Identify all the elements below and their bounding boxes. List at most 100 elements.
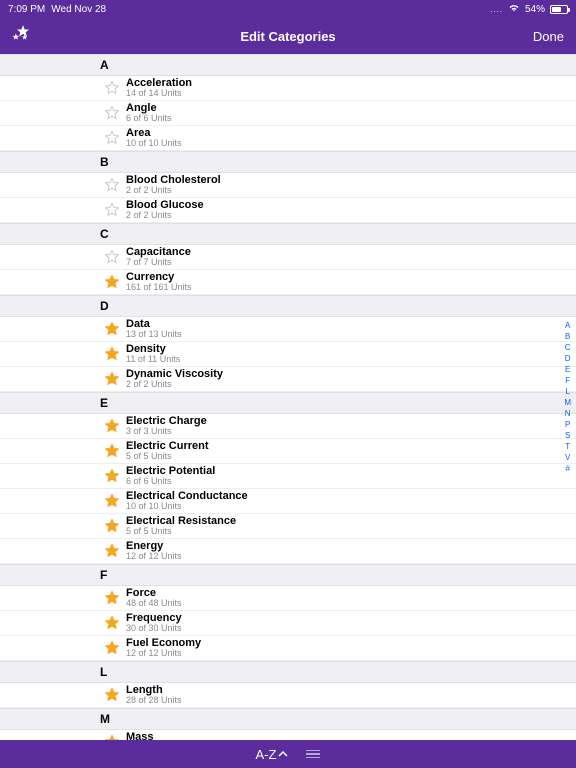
favorite-star-icon[interactable]: [104, 590, 120, 606]
category-units: 2 of 2 Units: [126, 186, 221, 195]
category-row[interactable]: Area10 of 10 Units: [0, 126, 576, 151]
favorite-star-icon[interactable]: [104, 177, 120, 193]
category-row[interactable]: Currency161 of 161 Units: [0, 270, 576, 295]
section-header: F: [0, 564, 576, 586]
category-units: 10 of 10 Units: [126, 139, 182, 148]
section-header: E: [0, 392, 576, 414]
page-title: Edit Categories: [0, 29, 576, 44]
sort-az-button[interactable]: A-Z: [256, 747, 289, 762]
category-row[interactable]: Electric Current5 of 5 Units: [0, 439, 576, 464]
bottom-toolbar: A-Z: [0, 740, 576, 768]
favorite-star-icon[interactable]: [104, 468, 120, 484]
section-header: M: [0, 708, 576, 730]
index-letter[interactable]: T: [561, 442, 574, 451]
category-row[interactable]: Electric Charge3 of 3 Units: [0, 414, 576, 439]
index-letter[interactable]: F: [561, 376, 574, 385]
category-row[interactable]: Force48 of 48 Units: [0, 586, 576, 611]
category-units: 6 of 6 Units: [126, 477, 215, 486]
category-units: 14 of 14 Units: [126, 89, 192, 98]
favorite-star-icon[interactable]: [104, 202, 120, 218]
favorite-star-icon[interactable]: [104, 249, 120, 265]
category-units: 3 of 3 Units: [126, 427, 207, 436]
index-letter[interactable]: C: [561, 343, 574, 352]
category-row[interactable]: Blood Cholesterol2 of 2 Units: [0, 173, 576, 198]
category-units: 12 of 12 Units: [126, 649, 201, 658]
battery-icon: [550, 5, 568, 14]
section-header: B: [0, 151, 576, 173]
category-list: AAcceleration14 of 14 UnitsAngle6 of 6 U…: [0, 54, 576, 740]
favorite-star-icon[interactable]: [104, 687, 120, 703]
category-units: 7 of 7 Units: [126, 258, 191, 267]
favorite-star-icon[interactable]: [104, 80, 120, 96]
category-row[interactable]: Data13 of 13 Units: [0, 317, 576, 342]
category-units: 28 of 28 Units: [126, 696, 182, 705]
category-row[interactable]: Dynamic Viscosity2 of 2 Units: [0, 367, 576, 392]
category-row[interactable]: Frequency30 of 30 Units: [0, 611, 576, 636]
favorite-star-icon[interactable]: [104, 640, 120, 656]
battery-pct: 54%: [525, 4, 545, 15]
category-row[interactable]: Energy12 of 12 Units: [0, 539, 576, 564]
sort-custom-button[interactable]: [306, 750, 320, 759]
index-letter[interactable]: M: [561, 398, 574, 407]
chevron-up-icon: [278, 749, 288, 759]
category-units: 5 of 5 Units: [126, 527, 236, 536]
index-letter[interactable]: P: [561, 420, 574, 429]
category-units: 10 of 10 Units: [126, 502, 248, 511]
alpha-index[interactable]: ABCDEFLMNPSTV #: [561, 321, 574, 473]
section-header: C: [0, 223, 576, 245]
favorite-star-icon[interactable]: [104, 493, 120, 509]
favorite-star-icon[interactable]: [104, 105, 120, 121]
category-units: 5 of 5 Units: [126, 452, 209, 461]
favorite-star-icon[interactable]: [104, 274, 120, 290]
status-date: Wed Nov 28: [51, 4, 106, 15]
favorite-star-icon[interactable]: [104, 321, 120, 337]
category-units: 48 of 48 Units: [126, 599, 182, 608]
favorite-star-icon[interactable]: [104, 615, 120, 631]
status-time: 7:09 PM: [8, 4, 45, 15]
category-units: 30 of 30 Units: [126, 624, 182, 633]
category-units: 13 of 13 Units: [126, 330, 182, 339]
nav-bar: Edit Categories Done: [0, 18, 576, 54]
index-letter[interactable]: #: [561, 464, 574, 473]
index-letter[interactable]: B: [561, 332, 574, 341]
category-units: 12 of 12 Units: [126, 552, 182, 561]
category-name: Mass: [126, 732, 182, 741]
index-letter[interactable]: S: [561, 431, 574, 440]
index-letter[interactable]: A: [561, 321, 574, 330]
category-row[interactable]: Electric Potential6 of 6 Units: [0, 464, 576, 489]
section-header: L: [0, 661, 576, 683]
wifi-icon: [508, 3, 520, 16]
category-units: 11 of 11 Units: [126, 355, 180, 364]
category-row[interactable]: Fuel Economy12 of 12 Units: [0, 636, 576, 661]
category-units: 2 of 2 Units: [126, 380, 223, 389]
app-logo-icon[interactable]: [12, 24, 34, 49]
index-letter[interactable]: D: [561, 354, 574, 363]
category-row[interactable]: Mass19 of 19 Units: [0, 730, 576, 740]
category-row[interactable]: Density11 of 11 Units: [0, 342, 576, 367]
favorite-star-icon[interactable]: [104, 130, 120, 146]
favorite-star-icon[interactable]: [104, 346, 120, 362]
category-units: 161 of 161 Units: [126, 283, 192, 292]
category-units: 6 of 6 Units: [126, 114, 172, 123]
section-header: A: [0, 54, 576, 76]
favorite-star-icon[interactable]: [104, 418, 120, 434]
status-bar: 7:09 PM Wed Nov 28 .... 54%: [0, 0, 576, 18]
index-letter[interactable]: E: [561, 365, 574, 374]
favorite-star-icon[interactable]: [104, 443, 120, 459]
category-row[interactable]: Angle6 of 6 Units: [0, 101, 576, 126]
index-letter[interactable]: L: [561, 387, 574, 396]
done-button[interactable]: Done: [533, 29, 564, 44]
favorite-star-icon[interactable]: [104, 543, 120, 559]
favorite-star-icon[interactable]: [104, 518, 120, 534]
cellular-icon: ....: [490, 5, 503, 14]
category-row[interactable]: Acceleration14 of 14 Units: [0, 76, 576, 101]
category-row[interactable]: Length28 of 28 Units: [0, 683, 576, 708]
category-row[interactable]: Capacitance7 of 7 Units: [0, 245, 576, 270]
favorite-star-icon[interactable]: [104, 371, 120, 387]
section-header: D: [0, 295, 576, 317]
category-row[interactable]: Blood Glucose2 of 2 Units: [0, 198, 576, 223]
category-row[interactable]: Electrical Resistance5 of 5 Units: [0, 514, 576, 539]
index-letter[interactable]: V: [561, 453, 574, 462]
index-letter[interactable]: N: [561, 409, 574, 418]
category-row[interactable]: Electrical Conductance10 of 10 Units: [0, 489, 576, 514]
